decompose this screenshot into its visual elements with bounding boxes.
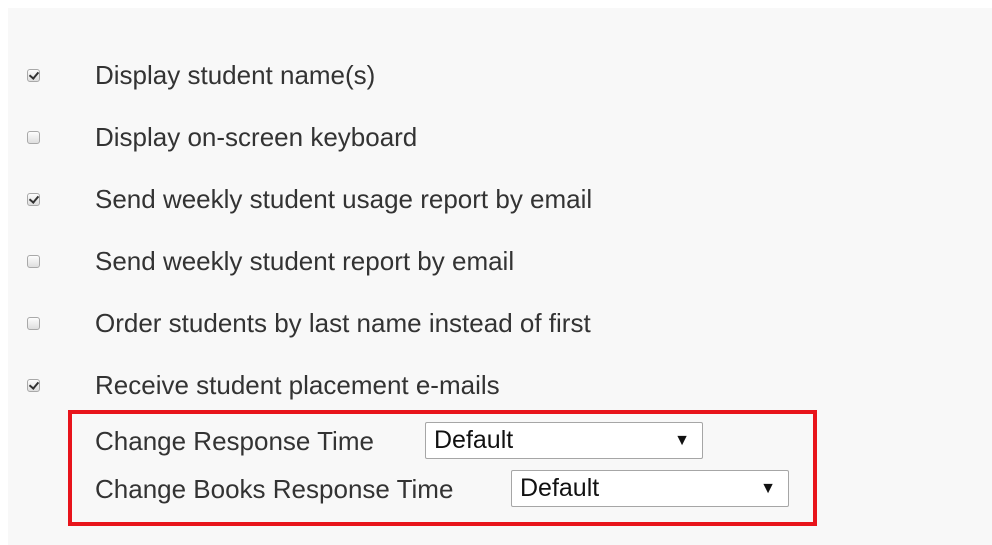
books-response-time-select[interactable]: Default ▼	[511, 470, 789, 507]
checkbox-weekly-student-report[interactable]	[27, 254, 40, 268]
books-response-time-row: Change Books Response Time	[95, 469, 453, 509]
response-time-selected-value: Default	[434, 426, 514, 454]
checkbox-placement-emails[interactable]	[27, 378, 40, 392]
option-label-weekly-usage-report: Send weekly student usage report by emai…	[95, 184, 593, 214]
checkbox-weekly-usage-report[interactable]	[27, 192, 40, 206]
dropdown-arrow-icon: ▼	[674, 432, 690, 449]
response-time-select[interactable]: Default ▼	[425, 422, 703, 459]
option-label-placement-emails: Receive student placement e-mails	[95, 370, 500, 400]
response-time-label: Change Response Time	[95, 425, 374, 456]
checkbox-display-keyboard[interactable]	[27, 130, 40, 144]
option-label-display-student-names: Display student name(s)	[95, 60, 376, 90]
option-label-display-keyboard: Display on-screen keyboard	[95, 122, 418, 152]
dropdown-arrow-icon: ▼	[760, 480, 776, 497]
books-response-time-selected-value: Default	[520, 474, 600, 502]
option-label-weekly-student-report: Send weekly student report by email	[95, 246, 515, 276]
response-time-row: Change Response Time	[95, 421, 374, 461]
checkbox-order-by-last-name[interactable]	[27, 316, 40, 330]
settings-panel: Display student name(s) Display on-scree…	[8, 8, 992, 545]
books-response-time-label: Change Books Response Time	[95, 473, 454, 504]
option-label-order-by-last-name: Order students by last name instead of f…	[95, 308, 591, 338]
checkbox-display-student-names[interactable]	[27, 68, 40, 82]
